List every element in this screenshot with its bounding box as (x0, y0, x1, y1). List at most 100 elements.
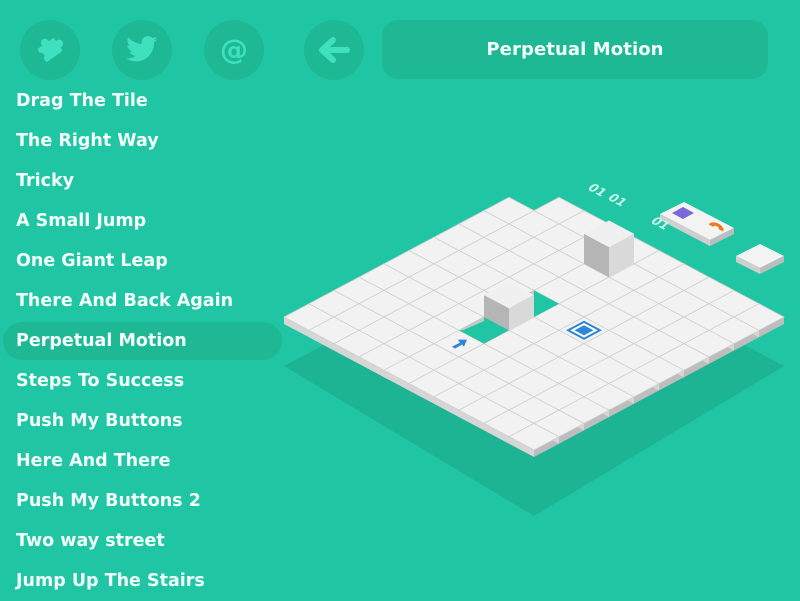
tile-side (584, 303, 609, 324)
tile-side (534, 423, 559, 444)
tile-side (434, 383, 459, 404)
tile-side (359, 290, 384, 311)
level-item[interactable]: One Giant Leap (0, 241, 290, 281)
tile-side (684, 277, 709, 298)
level-item[interactable]: Here And There (0, 441, 290, 481)
tile-side (609, 356, 634, 378)
level-item[interactable]: Tricky (0, 161, 290, 201)
tile-side (559, 410, 584, 431)
tile-side (409, 317, 434, 338)
board-tile (583, 303, 635, 331)
board-tile (533, 303, 585, 331)
level-item[interactable]: Jump Up The Stairs (0, 561, 290, 601)
board-tile (658, 316, 710, 345)
level-item[interactable]: There And Back Again (0, 281, 290, 321)
tile-side (409, 250, 434, 271)
tile-side (609, 290, 634, 311)
board-tile (583, 223, 635, 251)
tile-side (309, 330, 334, 351)
level-item[interactable]: The Right Way (0, 121, 290, 161)
svg-text:@: @ (220, 33, 248, 66)
board-tile (633, 356, 685, 384)
level-item[interactable]: Push My Buttons (0, 401, 290, 441)
board-tile (633, 303, 685, 331)
tile-side (559, 250, 584, 271)
level-item-active[interactable]: Perpetual Motion (0, 321, 290, 361)
board-tile (658, 289, 710, 318)
level-item[interactable]: Drag The Tile (0, 81, 290, 121)
board-tile (483, 329, 535, 358)
board-tile (408, 316, 460, 345)
tile-side (559, 343, 584, 364)
board-tile (533, 196, 585, 225)
tile-side (534, 330, 559, 351)
tile-side (459, 383, 484, 404)
tile-side (484, 303, 509, 324)
board-tile (558, 369, 610, 398)
level-item[interactable]: Push My Buttons 2 (0, 481, 290, 521)
tile-side (559, 356, 584, 378)
level-item[interactable]: Steps To Success (0, 361, 290, 401)
direction-arrow (452, 339, 467, 349)
board-tile (358, 316, 410, 345)
tile-side (459, 277, 484, 298)
tile-side (359, 330, 384, 351)
tile-side (484, 237, 509, 258)
block-left-face (584, 233, 609, 278)
level-item[interactable]: A Small Jump (0, 201, 290, 241)
tile-side (584, 263, 609, 285)
puzzle-icon (37, 38, 64, 62)
board-tile (558, 210, 610, 238)
tile-side (509, 277, 534, 298)
tile-side (534, 210, 559, 231)
board-tile (433, 383, 485, 411)
tile-side (534, 290, 559, 311)
purple-square-piece (672, 207, 694, 219)
tile-side (659, 290, 684, 311)
tile-side (534, 436, 559, 457)
email-button[interactable]: @ (204, 20, 264, 80)
board-tile (508, 343, 560, 371)
board-tile (583, 383, 635, 411)
tile-side (509, 210, 534, 231)
tile-side (309, 317, 334, 338)
board-tile (558, 316, 610, 345)
twitter-button[interactable] (112, 20, 172, 80)
tile-side (634, 356, 659, 378)
tile-side (559, 277, 584, 298)
tile-side (409, 343, 434, 364)
twitter-bird-icon (126, 36, 158, 62)
tile-side (459, 250, 484, 271)
board-tile (408, 369, 460, 398)
board-tile (508, 396, 560, 424)
board-tile (283, 303, 335, 331)
tile-side (509, 250, 534, 271)
board-tile (683, 329, 735, 358)
binary-label: 01 (584, 181, 610, 199)
tile-side (484, 423, 509, 444)
board-tile (708, 289, 760, 318)
puzzle-button[interactable] (20, 20, 80, 80)
tile-side (559, 370, 584, 391)
board-tile (433, 276, 485, 305)
tile-side (584, 343, 609, 364)
tile-side (659, 263, 684, 285)
tile-side (559, 317, 584, 338)
tile-side (684, 330, 709, 351)
board-tile (483, 223, 535, 251)
tile-side (559, 223, 584, 245)
tile-side (334, 330, 359, 351)
tile-side (509, 343, 534, 364)
back-button[interactable] (304, 20, 364, 80)
tile-side (409, 356, 434, 378)
tile-side (509, 383, 534, 404)
tile-side (534, 356, 559, 378)
tile-side (559, 210, 584, 231)
tile-side (634, 277, 659, 298)
tile-side (384, 290, 409, 311)
tile-side (459, 223, 484, 245)
tile-side (434, 303, 459, 324)
level-item[interactable]: Two way street (0, 521, 290, 561)
tile-side (634, 303, 659, 324)
tile-side (559, 237, 584, 258)
